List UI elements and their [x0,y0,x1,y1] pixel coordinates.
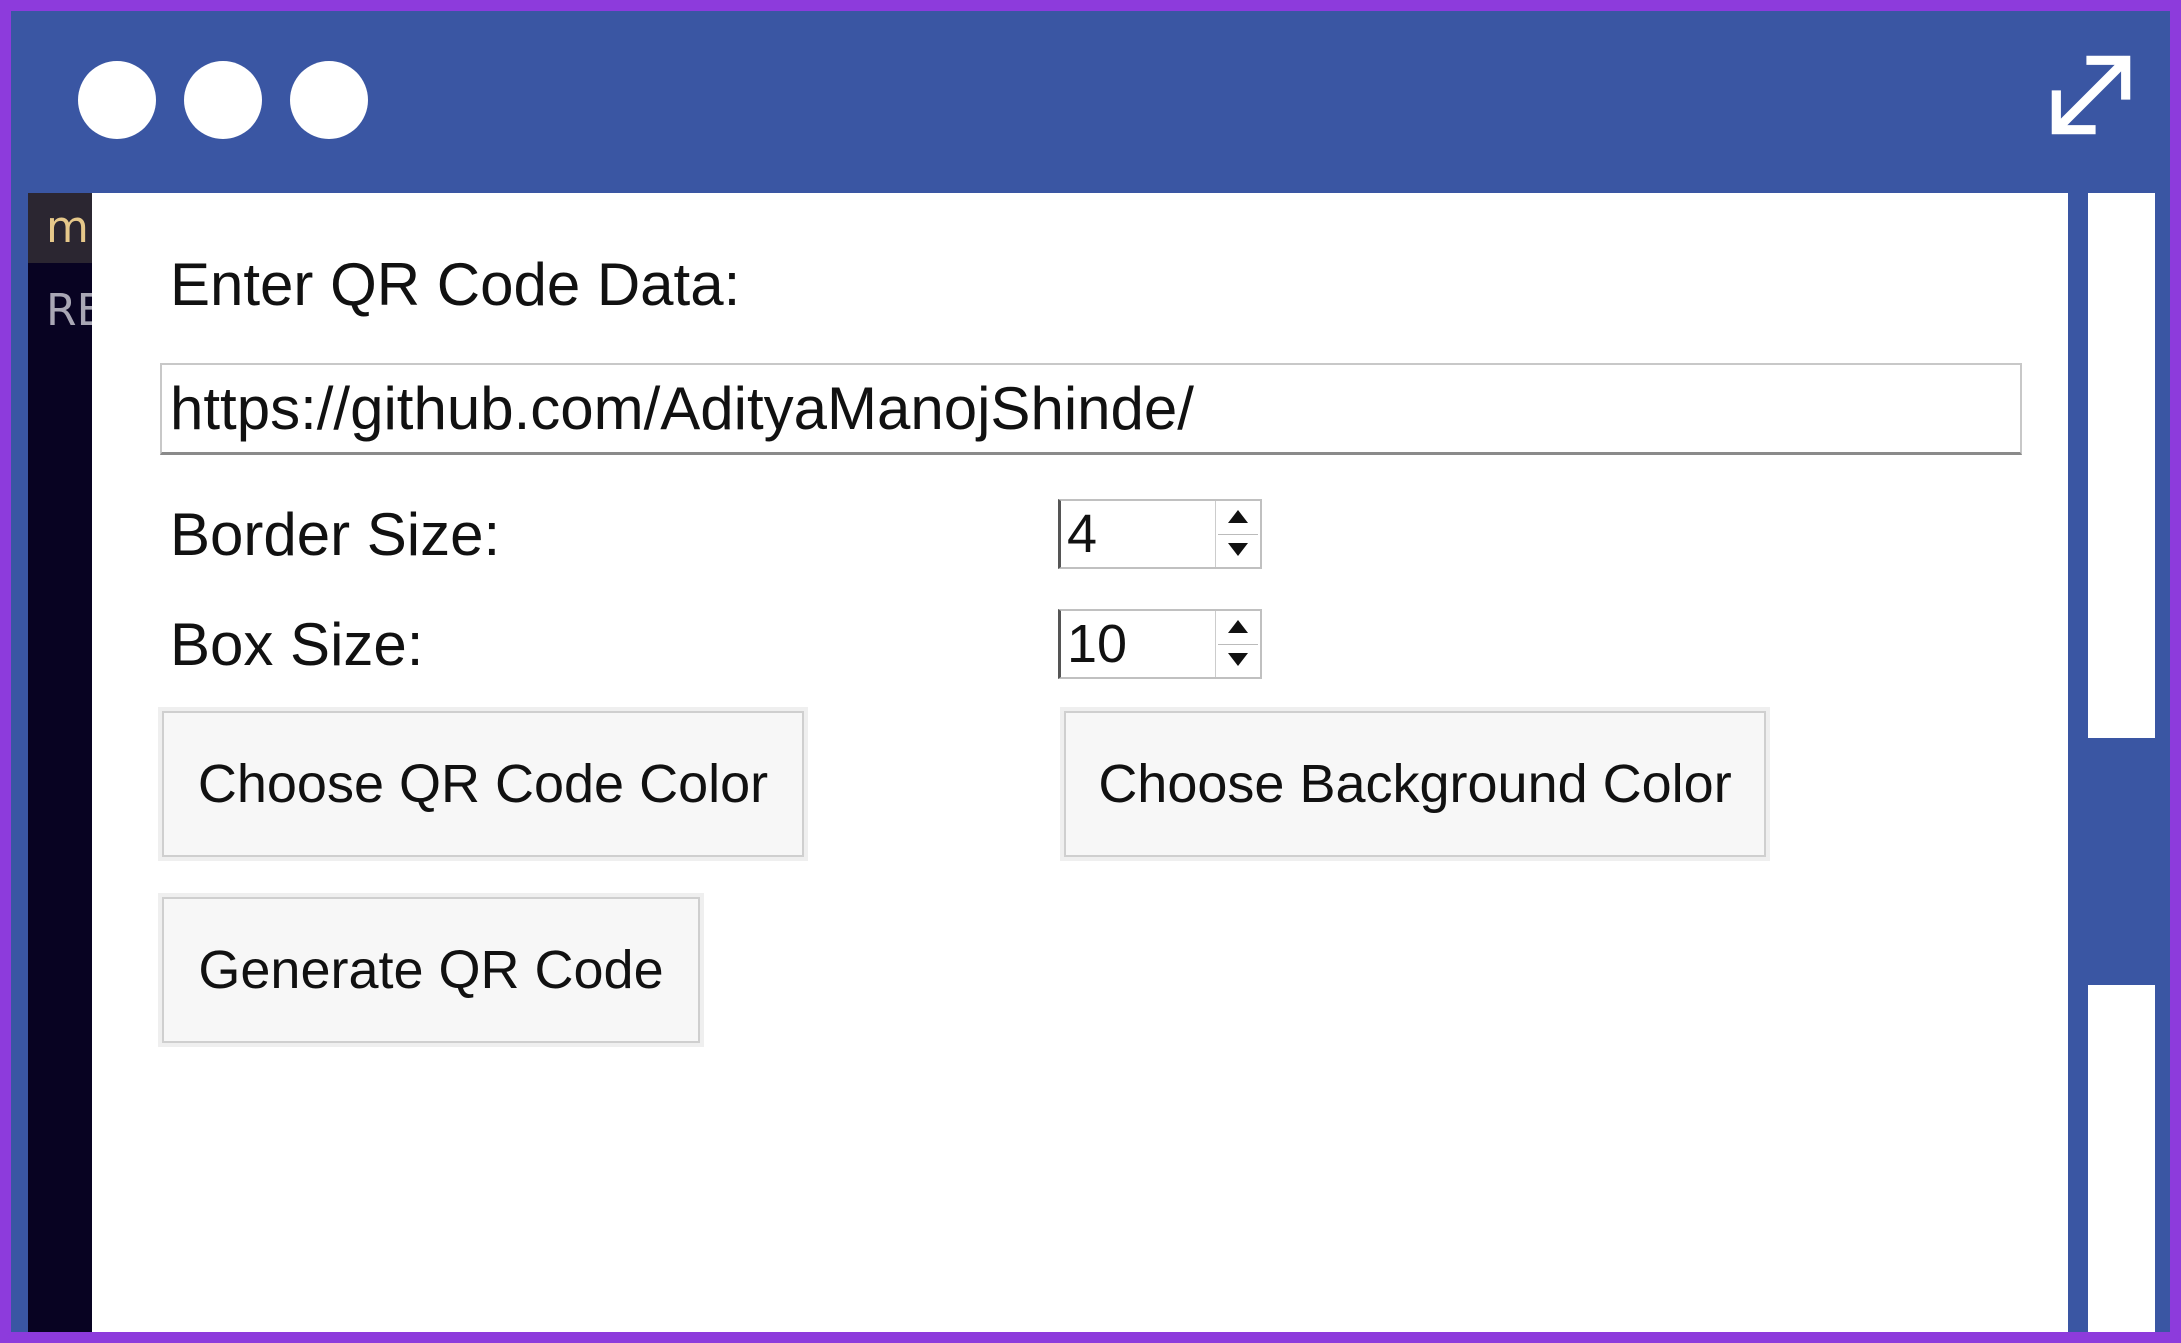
scrollbar-track-upper[interactable] [2088,193,2155,738]
spin-up-arrow-icon[interactable] [1218,612,1258,644]
border-size-value[interactable]: 4 [1067,501,1097,567]
qr-data-input[interactable] [160,363,2022,455]
window-dot-icon[interactable] [184,61,262,139]
window-dot-icon[interactable] [78,61,156,139]
choose-qr-color-button[interactable]: Choose QR Code Color [162,711,804,857]
editor-line-fragment: RE [46,285,92,336]
window-titlebar [11,11,2170,193]
spin-up-arrow-icon[interactable] [1218,502,1258,534]
window-dot-icon[interactable] [290,61,368,139]
qr-data-label: Enter QR Code Data: [170,251,741,318]
generate-qr-button[interactable]: Generate QR Code [162,897,700,1043]
choose-background-color-button[interactable]: Choose Background Color [1064,711,1766,857]
editor-tab-fragment: m [28,193,92,263]
spin-down-arrow-icon[interactable] [1218,534,1258,566]
border-size-spinbox[interactable]: 4 [1058,499,1262,569]
expand-icon[interactable] [2040,44,2142,146]
box-size-value[interactable]: 10 [1067,611,1127,677]
box-size-spinbox[interactable]: 10 [1058,609,1262,679]
qr-generator-window: Enter QR Code Data: Border Size: 4 Box S… [92,193,2068,1338]
scrollbar[interactable] [2088,193,2155,1338]
background-editor: m RE [28,193,92,1338]
spin-down-arrow-icon[interactable] [1218,644,1258,676]
box-size-label: Box Size: [170,611,424,678]
scrollbar-track-lower[interactable] [2088,985,2155,1338]
border-size-label: Border Size: [170,501,501,568]
